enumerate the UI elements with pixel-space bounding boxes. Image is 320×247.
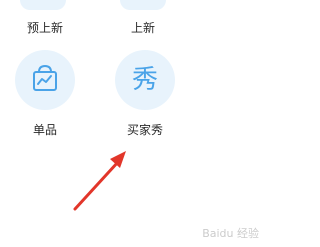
tile-label-maijiaxiu: 买家秀	[126, 123, 163, 137]
tile-label-shangxin[interactable]: 上新	[131, 21, 155, 35]
yushangxin-icon-circle[interactable]	[20, 0, 66, 10]
tile-label-yushangxin[interactable]: 预上新	[27, 21, 63, 35]
maijiaxiu-icon-circle[interactable]: 秀	[115, 50, 175, 110]
watermark: Baidu 经验	[202, 227, 259, 240]
shangxin-icon-circle[interactable]	[120, 0, 166, 10]
tile-label-danpin: 单品	[32, 123, 57, 137]
tile-maijiaxiu[interactable]: 秀 买家秀	[100, 50, 190, 137]
xiu-character-icon: 秀	[131, 65, 158, 95]
danpin-icon-circle[interactable]	[15, 50, 75, 110]
shopping-bag-chart-icon	[30, 63, 60, 97]
tile-danpin[interactable]: 单品	[0, 50, 90, 137]
